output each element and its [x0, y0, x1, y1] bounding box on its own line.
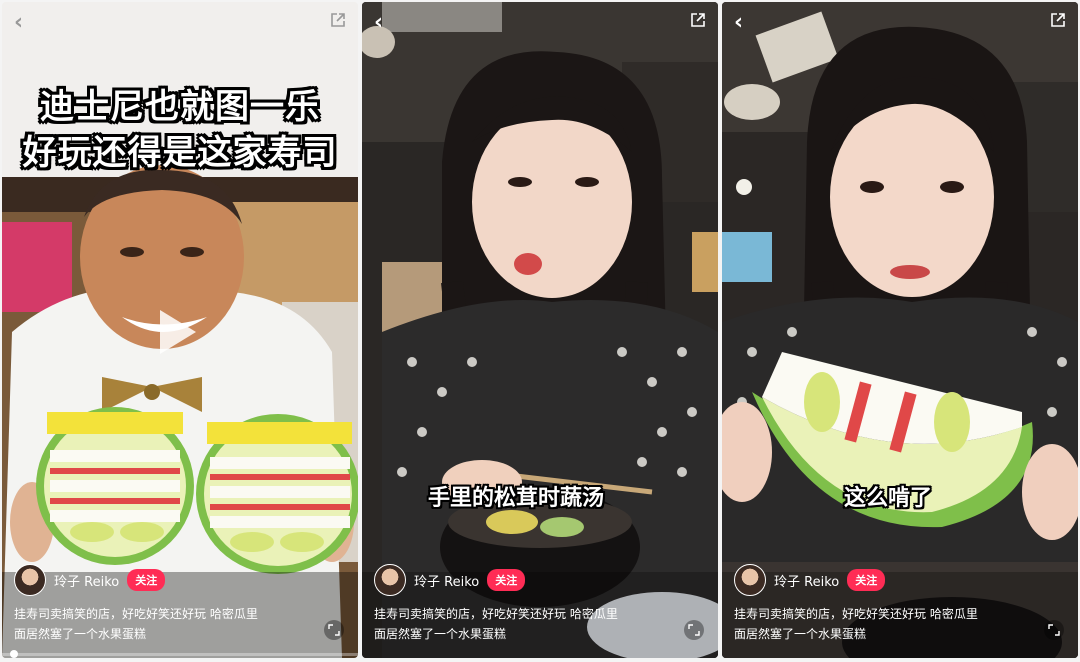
progress-bar[interactable] [2, 650, 358, 658]
avatar[interactable] [14, 564, 46, 596]
back-icon[interactable]: ‹ [734, 12, 743, 34]
description-line-2: 面居然塞了一个水果蛋糕 [374, 627, 507, 641]
video-card-3[interactable]: ‹ 这么啃了 玲子 Reiko 关注 挂寿司卖搞笑的店，好吃好笑还好玩 哈密瓜里… [722, 2, 1078, 658]
video-frame-woman-soup [362, 2, 718, 658]
title-line-1: 迪士尼也就图一乐 [40, 87, 320, 127]
author-row: 玲子 Reiko 关注 [734, 564, 886, 596]
share-icon[interactable] [690, 12, 706, 28]
follow-button[interactable]: 关注 [847, 569, 886, 591]
avatar[interactable] [374, 564, 406, 596]
description-line-1: 挂寿司卖搞笑的店，好吃好笑还好玩 哈密瓜里 [14, 607, 258, 621]
author-name[interactable]: 玲子 Reiko [774, 571, 839, 590]
description-line-2: 面居然塞了一个水果蛋糕 [14, 627, 147, 641]
video-card-1[interactable]: ‹ 迪士尼也就图一乐 好玩还得是这家寿司 玲子 Reiko 关注 挂寿司卖搞笑的… [2, 2, 358, 658]
author-row: 玲子 Reiko 关注 [374, 564, 526, 596]
back-icon[interactable]: ‹ [374, 12, 383, 34]
subtitle-caption: 手里的松茸时蔬汤 [428, 486, 605, 511]
avatar[interactable] [734, 564, 766, 596]
video-description: 挂寿司卖搞笑的店，好吃好笑还好玩 哈密瓜里 面居然塞了一个水果蛋糕 [14, 604, 304, 644]
video-description: 挂寿司卖搞笑的店，好吃好笑还好玩 哈密瓜里 面居然塞了一个水果蛋糕 [374, 604, 664, 644]
title-line-2: 好玩还得是这家寿司 [22, 133, 338, 173]
subtitle-caption: 这么啃了 [844, 486, 933, 511]
share-icon[interactable] [1050, 12, 1066, 28]
video-description: 挂寿司卖搞笑的店，好吃好笑还好玩 哈密瓜里 面居然塞了一个水果蛋糕 [734, 604, 1024, 644]
play-icon[interactable] [160, 310, 196, 354]
share-icon[interactable] [330, 12, 346, 28]
description-line-1: 挂寿司卖搞笑的店，好吃好笑还好玩 哈密瓜里 [734, 607, 978, 621]
follow-button[interactable]: 关注 [487, 569, 526, 591]
description-line-1: 挂寿司卖搞笑的店，好吃好笑还好玩 哈密瓜里 [374, 607, 618, 621]
author-name[interactable]: 玲子 Reiko [414, 571, 479, 590]
video-feed: ‹ 迪士尼也就图一乐 好玩还得是这家寿司 玲子 Reiko 关注 挂寿司卖搞笑的… [0, 0, 1080, 662]
author-name[interactable]: 玲子 Reiko [54, 571, 119, 590]
back-icon[interactable]: ‹ [14, 12, 23, 34]
description-line-2: 面居然塞了一个水果蛋糕 [734, 627, 867, 641]
fullscreen-icon[interactable] [684, 620, 704, 640]
fullscreen-icon[interactable] [1044, 620, 1064, 640]
progress-handle[interactable] [10, 650, 18, 658]
video-card-2[interactable]: ‹ 手里的松茸时蔬汤 玲子 Reiko 关注 挂寿司卖搞笑的店，好吃好笑还好玩 … [362, 2, 718, 658]
video-title-overlay: 迪士尼也就图一乐 好玩还得是这家寿司 [2, 84, 358, 176]
follow-button[interactable]: 关注 [127, 569, 166, 591]
video-frame-woman-melon [722, 2, 1078, 658]
author-row: 玲子 Reiko 关注 [14, 564, 166, 596]
fullscreen-icon[interactable] [324, 620, 344, 640]
